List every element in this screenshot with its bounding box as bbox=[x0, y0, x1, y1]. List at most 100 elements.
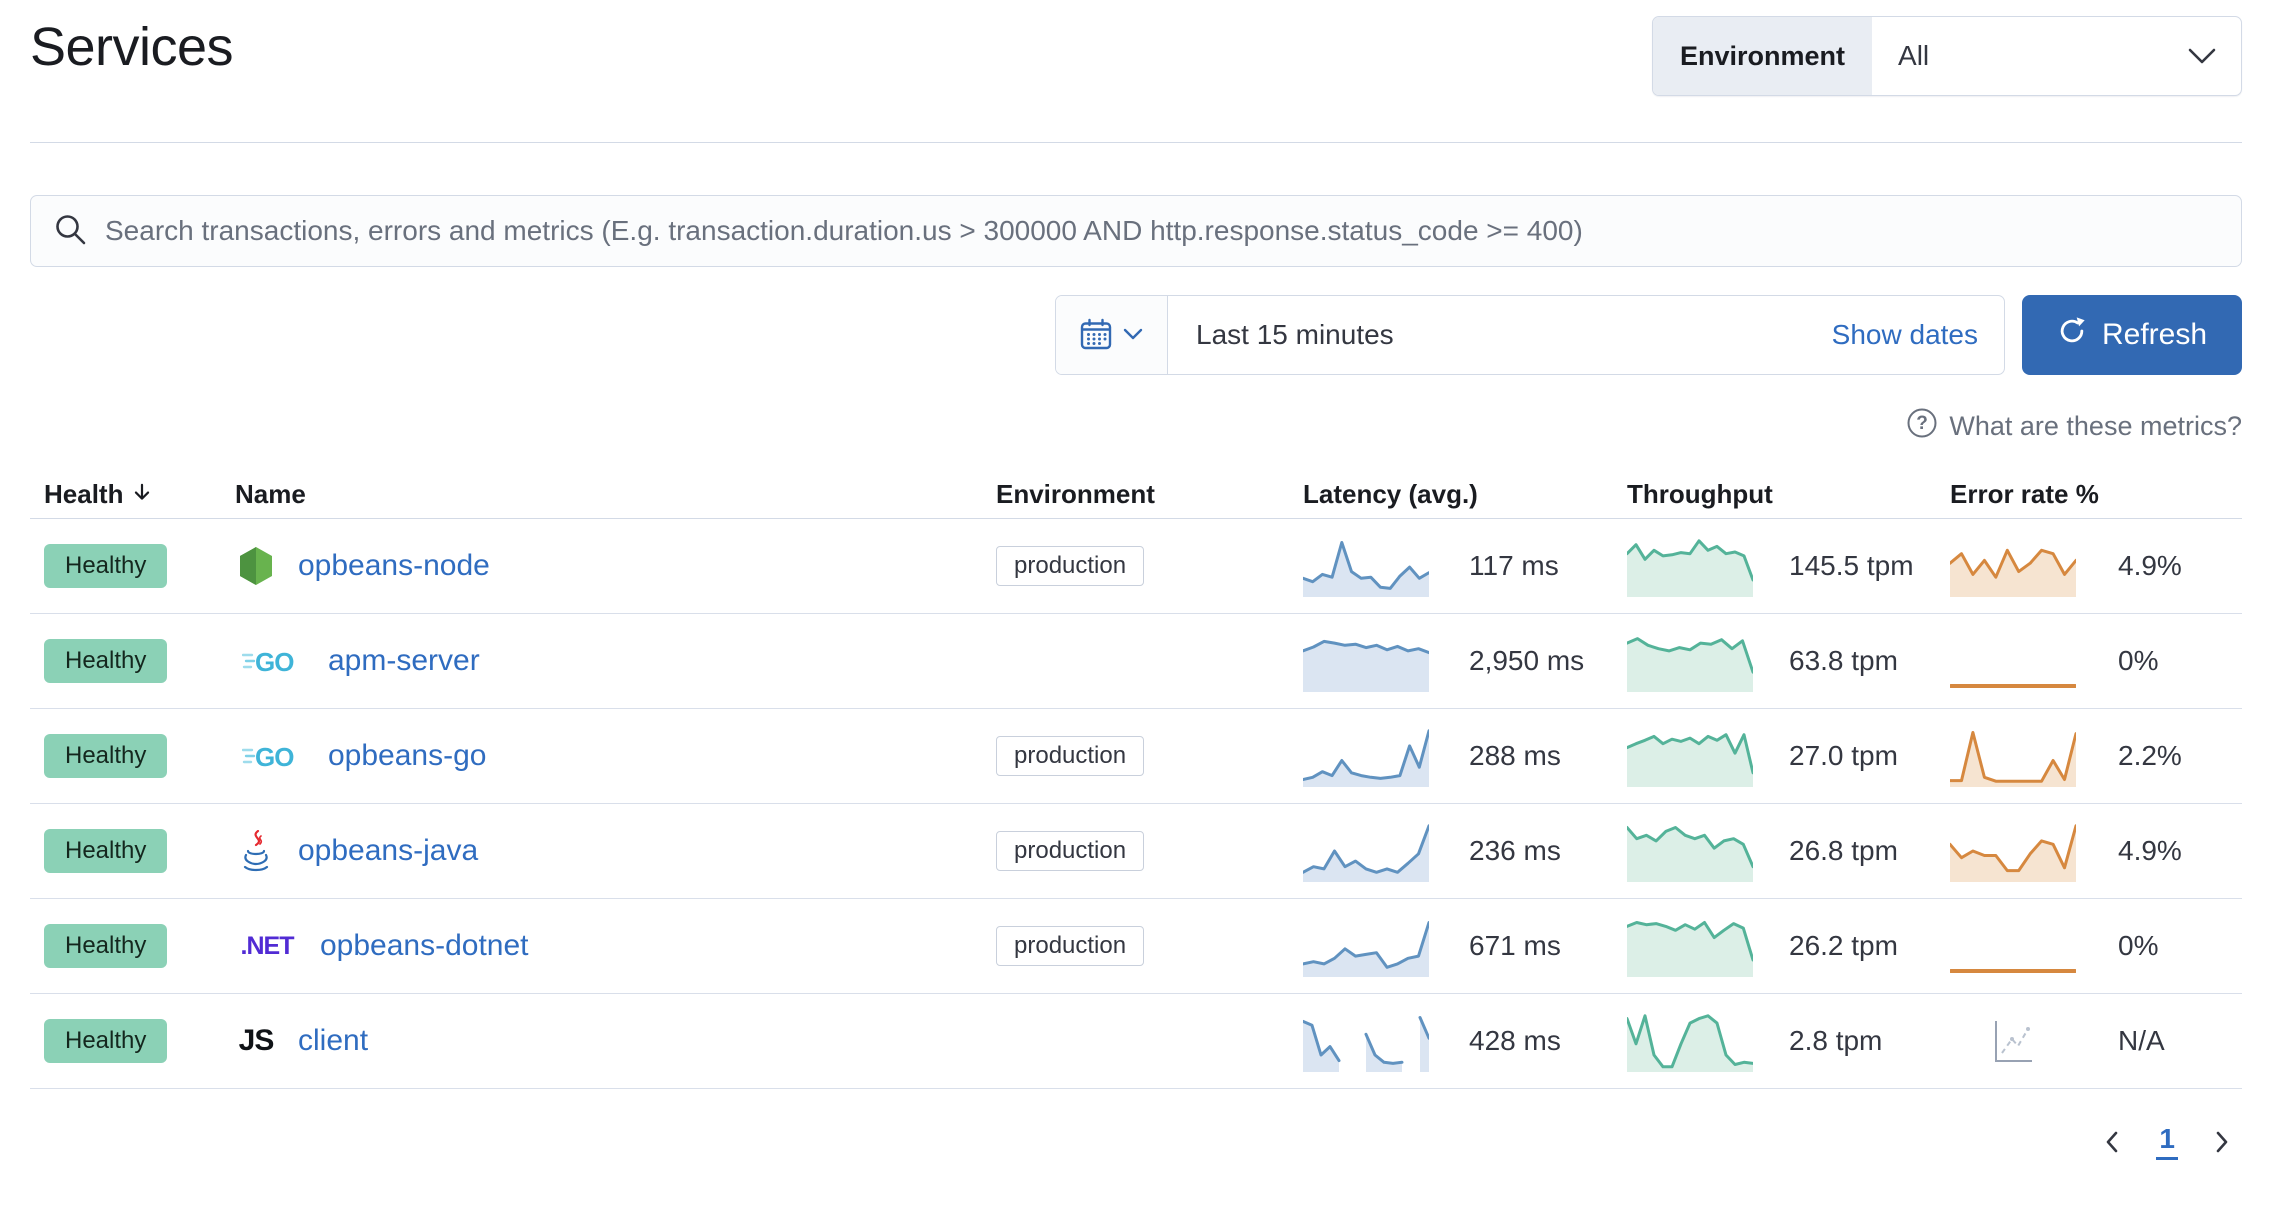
health-badge: Healthy bbox=[44, 924, 168, 968]
throughput-cell: 27.0 tpm bbox=[1616, 724, 1934, 788]
metrics-help-label: What are these metrics? bbox=[1949, 410, 2242, 441]
error-rate-sparkline bbox=[1950, 548, 2076, 597]
latency-value: 671 ms bbox=[1469, 930, 1561, 961]
refresh-button-label: Refresh bbox=[2101, 318, 2208, 351]
refresh-button[interactable]: Refresh bbox=[2022, 295, 2242, 375]
error-rate-cell: 2.2% bbox=[1934, 724, 2242, 788]
search-bar bbox=[30, 195, 2242, 267]
chevron-down-icon bbox=[1122, 327, 1144, 344]
table-row: Healthy GO apm-server 2,950 ms 63.8 tpm 0% bbox=[30, 614, 2242, 709]
throughput-sparkline bbox=[1627, 733, 1753, 787]
health-badge: Healthy bbox=[44, 829, 168, 873]
go-icon: GO bbox=[235, 645, 307, 677]
latency-cell: 236 ms bbox=[1290, 819, 1616, 883]
svg-text:?: ? bbox=[1917, 413, 1929, 434]
throughput-value: 2.8 tpm bbox=[1789, 1025, 1883, 1056]
column-header-name[interactable]: Name bbox=[220, 479, 980, 510]
latency-sparkline bbox=[1303, 921, 1429, 977]
health-badge: Healthy bbox=[44, 544, 168, 588]
environment-cell: production bbox=[980, 926, 1290, 966]
environment-filter[interactable]: Environment All bbox=[1652, 16, 2242, 96]
name-cell: opbeans-java bbox=[220, 830, 980, 872]
throughput-cell: 145.5 tpm bbox=[1616, 534, 1934, 598]
name-cell: opbeans-node bbox=[220, 546, 980, 586]
js-icon: JS bbox=[235, 1024, 277, 1058]
sort-arrow-down-icon bbox=[131, 479, 153, 510]
error-rate-cell: 0% bbox=[1934, 629, 2242, 693]
throughput-sparkline bbox=[1627, 921, 1753, 977]
latency-sparkline bbox=[1303, 541, 1429, 597]
svg-text:GO: GO bbox=[255, 647, 294, 677]
show-dates-link[interactable]: Show dates bbox=[1832, 319, 2004, 351]
environment-badge: production bbox=[996, 831, 1145, 871]
error-rate-value: 4.9% bbox=[2118, 835, 2182, 866]
error-rate-sparkline bbox=[1950, 969, 2076, 973]
svg-text:GO: GO bbox=[255, 742, 294, 772]
service-name-link[interactable]: client bbox=[298, 1024, 368, 1058]
environment-cell: production bbox=[980, 736, 1290, 776]
throughput-cell: 63.8 tpm bbox=[1616, 629, 1934, 693]
latency-cell: 671 ms bbox=[1290, 914, 1616, 978]
column-header-latency[interactable]: Latency (avg.) bbox=[1290, 479, 1616, 510]
latency-value: 236 ms bbox=[1469, 835, 1561, 866]
throughput-value: 63.8 tpm bbox=[1789, 645, 1898, 676]
metrics-help-link[interactable]: ? What are these metrics? bbox=[30, 407, 2242, 445]
refresh-icon bbox=[2057, 316, 2087, 354]
column-header-error-rate[interactable]: Error rate % bbox=[1934, 479, 2242, 510]
health-cell: Healthy bbox=[30, 829, 220, 873]
health-badge: Healthy bbox=[44, 1019, 168, 1063]
environment-badge: production bbox=[996, 736, 1145, 776]
health-badge: Healthy bbox=[44, 734, 168, 778]
column-header-throughput[interactable]: Throughput bbox=[1616, 479, 1934, 510]
chevron-down-icon bbox=[2187, 17, 2241, 95]
error-rate-value: 0% bbox=[2118, 645, 2159, 676]
health-cell: Healthy bbox=[30, 924, 220, 968]
error-rate-cell: 4.9% bbox=[1934, 534, 2242, 598]
throughput-value: 145.5 tpm bbox=[1789, 550, 1914, 581]
services-table: Health Name Environment Latency (avg.) T… bbox=[30, 471, 2242, 1089]
latency-sparkline bbox=[1303, 824, 1429, 882]
go-icon: GO bbox=[235, 740, 307, 772]
error-rate-sparkline bbox=[1950, 824, 2076, 882]
page-title: Services bbox=[30, 17, 234, 77]
nodejs-icon bbox=[235, 546, 277, 586]
column-header-environment[interactable]: Environment bbox=[980, 479, 1290, 510]
error-rate-value: 2.2% bbox=[2118, 740, 2182, 771]
latency-cell: 2,950 ms bbox=[1290, 629, 1616, 693]
throughput-sparkline bbox=[1627, 826, 1753, 882]
health-cell: Healthy bbox=[30, 544, 220, 588]
service-name-link[interactable]: opbeans-java bbox=[298, 834, 478, 868]
name-cell: .NET opbeans-dotnet bbox=[220, 929, 980, 963]
table-row: Healthy GO opbeans-go production 288 ms 27.0 … bbox=[30, 709, 2242, 804]
latency-cell: 428 ms bbox=[1290, 1009, 1616, 1073]
previous-page-button[interactable] bbox=[2100, 1129, 2126, 1155]
table-row: Healthy JS client 428 ms 2.8 tpm N/A bbox=[30, 994, 2242, 1089]
latency-sparkline bbox=[1303, 1016, 1429, 1072]
environment-badge: production bbox=[996, 926, 1145, 966]
throughput-value: 26.8 tpm bbox=[1789, 835, 1898, 866]
time-controls: Last 15 minutes Show dates Refresh bbox=[30, 295, 2242, 375]
error-rate-sparkline bbox=[1950, 684, 2076, 688]
time-range-value[interactable]: Last 15 minutes bbox=[1168, 319, 1394, 351]
name-cell: GO opbeans-go bbox=[220, 739, 980, 773]
apm-services-page: Services Environment All Search transact… bbox=[0, 0, 2272, 1210]
search-input[interactable] bbox=[105, 215, 2219, 247]
header-divider bbox=[30, 142, 2242, 143]
latency-value: 117 ms bbox=[1469, 550, 1559, 581]
table-row: Healthy opbeans-node production 117 ms 145.5… bbox=[30, 519, 2242, 614]
error-rate-sparkline bbox=[1995, 1021, 2032, 1062]
service-name-link[interactable]: opbeans-node bbox=[298, 549, 490, 583]
service-name-link[interactable]: opbeans-go bbox=[328, 739, 486, 773]
service-name-link[interactable]: apm-server bbox=[328, 644, 480, 678]
latency-value: 2,950 ms bbox=[1469, 645, 1585, 676]
next-page-button[interactable] bbox=[2208, 1129, 2234, 1155]
pagination: 1 bbox=[30, 1123, 2242, 1160]
page-number-1[interactable]: 1 bbox=[2156, 1123, 2178, 1160]
column-header-health[interactable]: Health bbox=[30, 479, 220, 510]
date-quick-select-button[interactable] bbox=[1056, 296, 1168, 374]
table-header-row: Health Name Environment Latency (avg.) T… bbox=[30, 471, 2242, 519]
latency-value: 428 ms bbox=[1469, 1025, 1561, 1056]
calendar-icon bbox=[1079, 317, 1113, 354]
service-name-link[interactable]: opbeans-dotnet bbox=[320, 929, 529, 963]
environment-cell: production bbox=[980, 546, 1290, 586]
